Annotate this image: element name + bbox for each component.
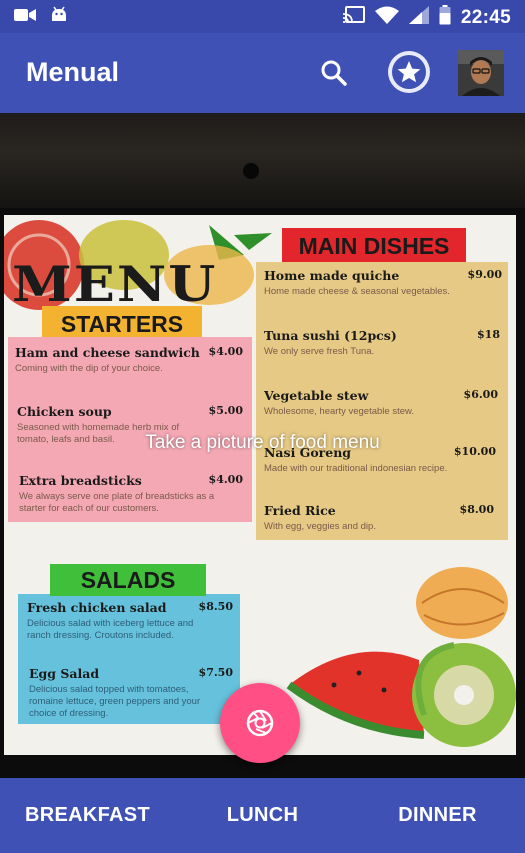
- capture-hint: Take a picture of food menu: [145, 432, 380, 453]
- menu-item: Fresh chicken salad $8.50 Delicious sala…: [27, 600, 233, 642]
- item-description: Delicious salad topped with tomatoes, ro…: [29, 684, 201, 719]
- menu-item: Home made quiche $9.00 Home made cheese …: [264, 268, 502, 298]
- item-price: $4.00: [208, 345, 243, 358]
- tab-breakfast[interactable]: BREAKFAST: [0, 778, 175, 853]
- monitor-bezel: [0, 113, 525, 208]
- item-name: Home made quiche: [264, 268, 400, 283]
- menu-item: Egg Salad $7.50 Delicious salad topped w…: [29, 666, 233, 720]
- tab-dinner[interactable]: DINNER: [350, 778, 525, 853]
- app-title: Menual: [26, 57, 120, 87]
- webcam-lens: [243, 163, 259, 179]
- item-description: Made with our traditional indonesian rec…: [264, 463, 448, 474]
- video-camera-icon: [14, 7, 36, 28]
- android-debug-icon: [50, 6, 68, 29]
- clock: 22:45: [460, 6, 511, 28]
- menu-item: Extra breadsticks $4.00 We always serve …: [19, 473, 243, 515]
- cast-icon: [342, 6, 365, 29]
- item-price: $9.00: [467, 268, 502, 281]
- menu-item: Vegetable stew $6.00 Wholesome, hearty v…: [264, 388, 498, 418]
- item-price: $18: [477, 328, 500, 341]
- section-title-salads: SALADS: [50, 564, 206, 596]
- menu-item: Tuna sushi (12pcs) $18 We only serve fre…: [264, 328, 500, 358]
- tab-lunch[interactable]: LUNCH: [175, 778, 350, 853]
- item-description: With egg, veggies and dip.: [264, 521, 376, 532]
- item-description: Home made cheese & seasonal vegetables.: [264, 286, 450, 297]
- avatar[interactable]: [458, 50, 504, 96]
- signal-icon: [408, 6, 429, 29]
- status-bar: 22:45: [0, 0, 525, 33]
- item-price: $7.50: [198, 666, 233, 679]
- menu-item: Ham and cheese sandwich $4.00 Coming wit…: [15, 345, 243, 375]
- item-price: $4.00: [208, 473, 243, 486]
- favorites-button[interactable]: [388, 51, 430, 93]
- menu-heading: MENU: [12, 255, 218, 313]
- item-description: We always serve one plate of breadsticks…: [19, 491, 215, 514]
- item-price: $8.50: [198, 600, 233, 613]
- item-description: Delicious salad with iceberg lettuce and…: [27, 618, 194, 641]
- item-description: Coming with the dip of your choice.: [15, 363, 163, 374]
- item-description: Wholesome, hearty vegetable stew.: [264, 406, 414, 417]
- item-price: $6.00: [463, 388, 498, 401]
- battery-icon: [439, 5, 451, 30]
- camera-shutter-icon: [246, 709, 274, 737]
- star-icon: [392, 55, 426, 89]
- item-price: $5.00: [208, 404, 243, 417]
- item-price: $8.00: [459, 503, 494, 516]
- item-name: Tuna sushi (12pcs): [264, 328, 397, 343]
- wifi-icon: [374, 6, 399, 29]
- capture-button[interactable]: [220, 683, 300, 763]
- app-bar: Menual: [0, 33, 525, 113]
- bottom-navigation: BREAKFAST LUNCH DINNER: [0, 778, 525, 853]
- item-description: We only serve fresh Tuna.: [264, 346, 375, 357]
- search-icon[interactable]: [318, 57, 350, 89]
- menu-item: Fried Rice $8.00 With egg, veggies and d…: [264, 503, 494, 533]
- section-title-main: MAIN DISHES: [282, 228, 466, 264]
